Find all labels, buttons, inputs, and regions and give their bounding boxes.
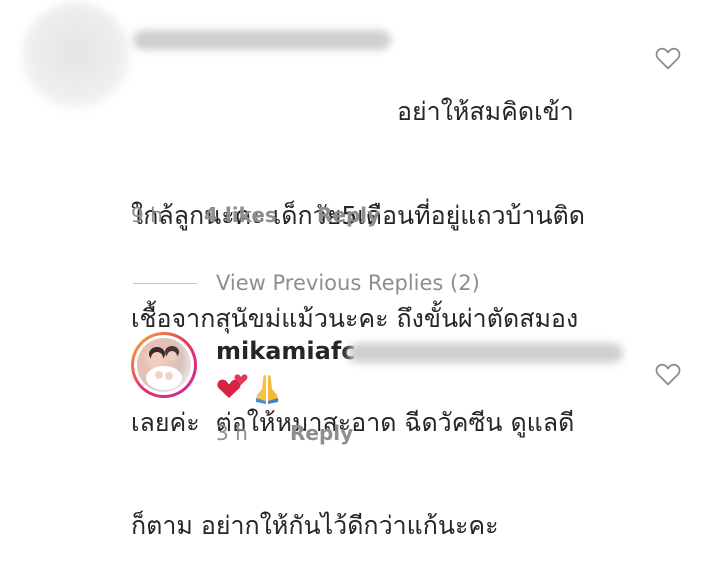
comment-likes-link[interactable]: 4 likes — [204, 203, 277, 227]
reply-reply-button[interactable]: Reply — [290, 421, 353, 445]
reply-timestamp: 3 h — [216, 421, 248, 445]
view-previous-replies-button[interactable]: View Previous Replies (2) — [216, 271, 480, 295]
heart-outline-icon[interactable] — [655, 46, 681, 70]
replies-divider — [133, 283, 197, 284]
commenter-avatar-blurred[interactable] — [22, 2, 130, 110]
heart-emoji — [217, 374, 248, 398]
comment-timestamp: 9 h — [131, 203, 163, 227]
reply-username[interactable]: mikamiafc — [216, 337, 356, 365]
comment-text: อย่าให้สมคิดเข้า ใกล้ลูกนะคะ เด็กวัย5เดื… — [131, 26, 631, 578]
comment-line: เลยค่ะ ต่อให้หมาสะอาด ฉีดวัคซีน ดูแลดี — [131, 407, 575, 437]
praying-hands-emoji — [256, 375, 278, 404]
reply-emojis — [216, 372, 286, 404]
heart-outline-icon[interactable] — [655, 362, 681, 386]
reply-avatar[interactable] — [131, 332, 197, 398]
reply-text-blurred — [348, 343, 623, 363]
comment-line: อย่าให้สมคิดเข้า — [397, 97, 574, 126]
comment-line: เชื้อจากสุนัขม่แม้วนะคะ ถึงขั้นผ่าตัดสมอ… — [131, 304, 579, 333]
comment-reply-button[interactable]: Reply — [317, 203, 380, 227]
comment-line: ก็ตาม อย่ากให้กันไว้ดีกว่าแก้นะคะ — [131, 511, 499, 540]
avatar-photo — [137, 338, 191, 392]
